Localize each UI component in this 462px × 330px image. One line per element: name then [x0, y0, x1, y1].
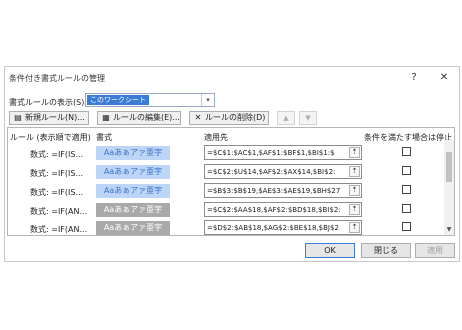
applies-to-value: =$B$3:$B$19,$AE$3:$AE$19,$BH$27: [207, 187, 341, 195]
format-preview: Aaあぁアァ亜宇: [96, 221, 170, 235]
applies-to-value: =$C$2:$AA$18,$AF$2:$BD$18,$BI$2:: [207, 206, 341, 214]
scroll-down-icon[interactable]: ▼: [444, 225, 454, 235]
applies-to-value: =$C$2:$U$14,$AF$2:$AX$14,$BI$2:: [207, 168, 336, 176]
table-row[interactable]: 数式: =IF(IS... Aaあぁアァ亜宇 =$B$3:$B$19,$AE$3…: [10, 182, 442, 201]
format-preview: Aaあぁアァ亜宇: [96, 146, 170, 160]
header-applies-to: 適用先: [204, 133, 228, 142]
new-rule-label: 新規ルール(N)...: [25, 113, 85, 122]
range-select-icon[interactable]: ⇡: [349, 222, 360, 233]
table-row[interactable]: 数式: =IF(IS... Aaあぁアァ亜宇 =$C$1:$AC$1,$AF$1…: [10, 144, 442, 163]
dialog-title: 条件付き書式ルールの管理: [9, 74, 105, 83]
stop-if-true-checkbox[interactable]: [402, 185, 411, 194]
range-select-icon[interactable]: ⇡: [349, 166, 360, 177]
stop-if-true-checkbox[interactable]: [402, 204, 411, 213]
delete-rule-label: ルールの削除(D): [205, 113, 266, 122]
rule-text: 数式: =IF(IS...: [30, 150, 84, 159]
header-rule: ルール (表示順で適用): [10, 133, 91, 142]
range-select-icon[interactable]: ⇡: [349, 185, 360, 196]
format-preview: Aaあぁアァ亜宇: [96, 165, 170, 179]
applies-to-value: =$D$2:$AB$18,$AG$2:$BE$18,$BJ$2: [207, 224, 339, 232]
applies-to-field[interactable]: =$C$2:$AA$18,$AF$2:$BD$18,$BI$2: ⇡: [204, 202, 362, 217]
chevron-down-icon: ▾: [201, 94, 214, 106]
range-select-icon[interactable]: ⇡: [349, 204, 360, 215]
move-up-button[interactable]: ▲: [277, 111, 295, 125]
help-icon[interactable]: ?: [407, 71, 421, 85]
stop-if-true-checkbox[interactable]: [402, 147, 411, 156]
new-rule-button[interactable]: ▤ 新規ルール(N)...: [9, 111, 89, 125]
table-row[interactable]: 数式: =IF(AN... Aaあぁアァ亜宇 =$D$2:$AB$18,$AG$…: [10, 219, 442, 238]
range-select-icon[interactable]: ⇡: [349, 147, 360, 158]
rule-text: 数式: =IF(IS...: [30, 188, 84, 197]
move-down-button[interactable]: ▼: [299, 111, 317, 125]
stop-if-true-checkbox[interactable]: [402, 166, 411, 175]
header-stop-if-true: 条件を満たす場合は停止: [364, 133, 452, 142]
applies-to-field[interactable]: =$C$1:$AC$1,$AF$1:$BF$1,$BI$1:$ ⇡: [204, 145, 362, 160]
title-bar: 条件付き書式ルールの管理 ? ✕: [5, 67, 459, 89]
close-button[interactable]: 閉じる: [361, 243, 411, 258]
applies-to-field[interactable]: =$B$3:$B$19,$AE$3:$AE$19,$BH$27 ⇡: [204, 183, 362, 198]
close-icon[interactable]: ✕: [437, 71, 451, 85]
scope-selected-value: このワークシート: [87, 95, 149, 105]
header-format: 書式: [96, 133, 112, 142]
ok-button[interactable]: OK: [305, 243, 355, 258]
rule-text: 数式: =IF(AN...: [30, 225, 88, 234]
applies-to-value: =$C$1:$AC$1,$AF$1:$BF$1,$BI$1:$: [207, 149, 335, 157]
edit-rule-label: ルールの編集(E)...: [113, 113, 180, 122]
scope-dropdown[interactable]: このワークシート ▾: [85, 93, 215, 107]
edit-rule-button[interactable]: ▦ ルールの編集(E)...: [97, 111, 181, 125]
applies-to-field[interactable]: =$C$2:$U$14,$AF$2:$AX$14,$BI$2: ⇡: [204, 164, 362, 179]
edit-rule-icon: ▦: [102, 113, 110, 122]
format-preview: Aaあぁアァ亜宇: [96, 184, 170, 198]
delete-icon: ✕: [194, 113, 202, 122]
format-preview: Aaあぁアァ亜宇: [96, 203, 170, 217]
scrollbar-thumb[interactable]: [446, 152, 452, 182]
apply-button[interactable]: 適用: [415, 243, 455, 258]
new-rule-icon: ▤: [14, 113, 22, 122]
rule-text: 数式: =IF(AN...: [30, 207, 88, 216]
conditional-format-dialog: 条件付き書式ルールの管理 ? ✕ 書式ルールの表示(S): このワークシート ▾…: [4, 66, 460, 262]
table-row[interactable]: 数式: =IF(IS... Aaあぁアァ亜宇 =$C$2:$U$14,$AF$2…: [10, 163, 442, 182]
scope-label: 書式ルールの表示(S):: [9, 98, 88, 107]
vertical-scrollbar[interactable]: ▼: [444, 140, 454, 235]
applies-to-field[interactable]: =$D$2:$AB$18,$AG$2:$BE$18,$BJ$2 ⇡: [204, 220, 362, 235]
rule-text: 数式: =IF(IS...: [30, 169, 84, 178]
delete-rule-button[interactable]: ✕ ルールの削除(D): [189, 111, 269, 125]
table-row[interactable]: 数式: =IF(AN... Aaあぁアァ亜宇 =$C$2:$AA$18,$AF$…: [10, 201, 442, 220]
stop-if-true-checkbox[interactable]: [402, 222, 411, 231]
rules-table: ルール (表示順で適用) 書式 適用先 条件を満たす場合は停止 数式: =IF(…: [7, 127, 455, 236]
